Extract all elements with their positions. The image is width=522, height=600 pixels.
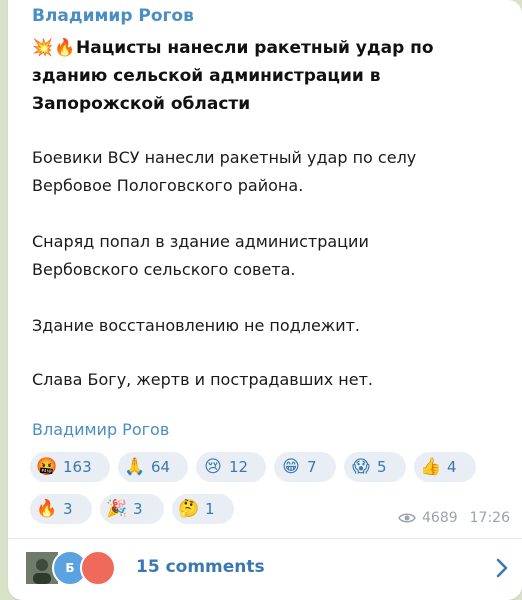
reaction-thinking[interactable]: 🤔 1 bbox=[172, 494, 234, 524]
post-signature[interactable]: Владимир Рогов bbox=[32, 420, 169, 439]
reaction-scream[interactable]: 😱 5 bbox=[344, 452, 406, 482]
views-count: 4689 bbox=[422, 510, 458, 526]
post-title-line: Запорожской области bbox=[32, 94, 251, 114]
reaction-count: 3 bbox=[63, 500, 73, 518]
paragraph-line: Вербовое Пологовского района. bbox=[32, 176, 304, 195]
reaction-count: 3 bbox=[133, 500, 143, 518]
fire-emoji-icon: 🔥 bbox=[54, 38, 76, 58]
grinning-face-icon: 😁 bbox=[282, 457, 300, 477]
post-paragraph: Боевики ВСУ нанесли ракетный удар по сел… bbox=[32, 144, 502, 200]
paragraph-line: Боевики ВСУ нанесли ракетный удар по сел… bbox=[32, 148, 417, 167]
post-title-line: зданию сельской администрации в bbox=[32, 66, 381, 86]
comments-label: 15 comments bbox=[136, 557, 265, 577]
avatar-letter: Б bbox=[65, 561, 75, 575]
crying-face-icon: 😢 bbox=[204, 457, 222, 477]
paragraph-line: Слава Богу, жертв и пострадавших нет. bbox=[32, 370, 373, 389]
post-paragraph: Здание восстановлению не подлежит. bbox=[32, 312, 502, 340]
screaming-face-icon: 😱 bbox=[352, 457, 370, 477]
post-paragraph: Слава Богу, жертв и пострадавших нет. bbox=[32, 366, 502, 394]
post-title-line: Нацисты нанесли ракетный удар по bbox=[76, 38, 434, 58]
post-author[interactable]: Владимир Рогов bbox=[32, 6, 194, 26]
pouting-face-icon: 🤬 bbox=[36, 457, 58, 477]
avatar bbox=[80, 550, 116, 586]
reaction-cry[interactable]: 😢 12 bbox=[196, 452, 266, 482]
paragraph-line: Здание восстановлению не подлежит. bbox=[32, 316, 361, 335]
reaction-count: 5 bbox=[377, 458, 387, 476]
party-popper-icon: 🎉 bbox=[106, 499, 128, 519]
paragraph-line: Снаряд попал в здание администрации bbox=[32, 232, 369, 251]
message-bubble: Владимир Рогов 💥🔥Нацисты нанесли ракетны… bbox=[8, 0, 522, 600]
message-meta: 4689 17:26 bbox=[398, 510, 510, 526]
eye-icon bbox=[398, 513, 416, 523]
message-time: 17:26 bbox=[469, 510, 510, 526]
thinking-face-icon: 🤔 bbox=[178, 499, 200, 519]
reaction-count: 1 bbox=[205, 500, 215, 518]
reaction-thumbsup[interactable]: 👍 4 bbox=[414, 452, 476, 482]
comments-button[interactable]: Б 15 comments bbox=[8, 539, 522, 600]
paragraph-line: Вербовского сельского совета. bbox=[32, 260, 296, 279]
reaction-count: 64 bbox=[151, 458, 171, 476]
thumbs-up-icon: 👍 bbox=[420, 457, 442, 477]
reaction-grin[interactable]: 😁 7 bbox=[274, 452, 336, 482]
chevron-right-icon bbox=[496, 558, 508, 578]
collision-emoji-icon: 💥 bbox=[32, 38, 54, 58]
reaction-count: 163 bbox=[63, 458, 92, 476]
reaction-count: 12 bbox=[229, 458, 249, 476]
fire-icon: 🔥 bbox=[36, 499, 58, 519]
reaction-pray[interactable]: 🙏 64 bbox=[118, 452, 188, 482]
reaction-pouting[interactable]: 🤬 163 bbox=[30, 452, 110, 482]
reaction-count: 7 bbox=[307, 458, 317, 476]
reaction-fire[interactable]: 🔥 3 bbox=[30, 494, 92, 524]
reaction-party[interactable]: 🎉 3 bbox=[100, 494, 164, 524]
commenter-avatars: Б bbox=[24, 550, 134, 586]
post-paragraph: Снаряд попал в здание администрации Верб… bbox=[32, 228, 502, 284]
post-title: 💥🔥Нацисты нанесли ракетный удар по здани… bbox=[32, 34, 502, 118]
folded-hands-icon: 🙏 bbox=[124, 457, 146, 477]
reaction-count: 4 bbox=[447, 458, 457, 476]
